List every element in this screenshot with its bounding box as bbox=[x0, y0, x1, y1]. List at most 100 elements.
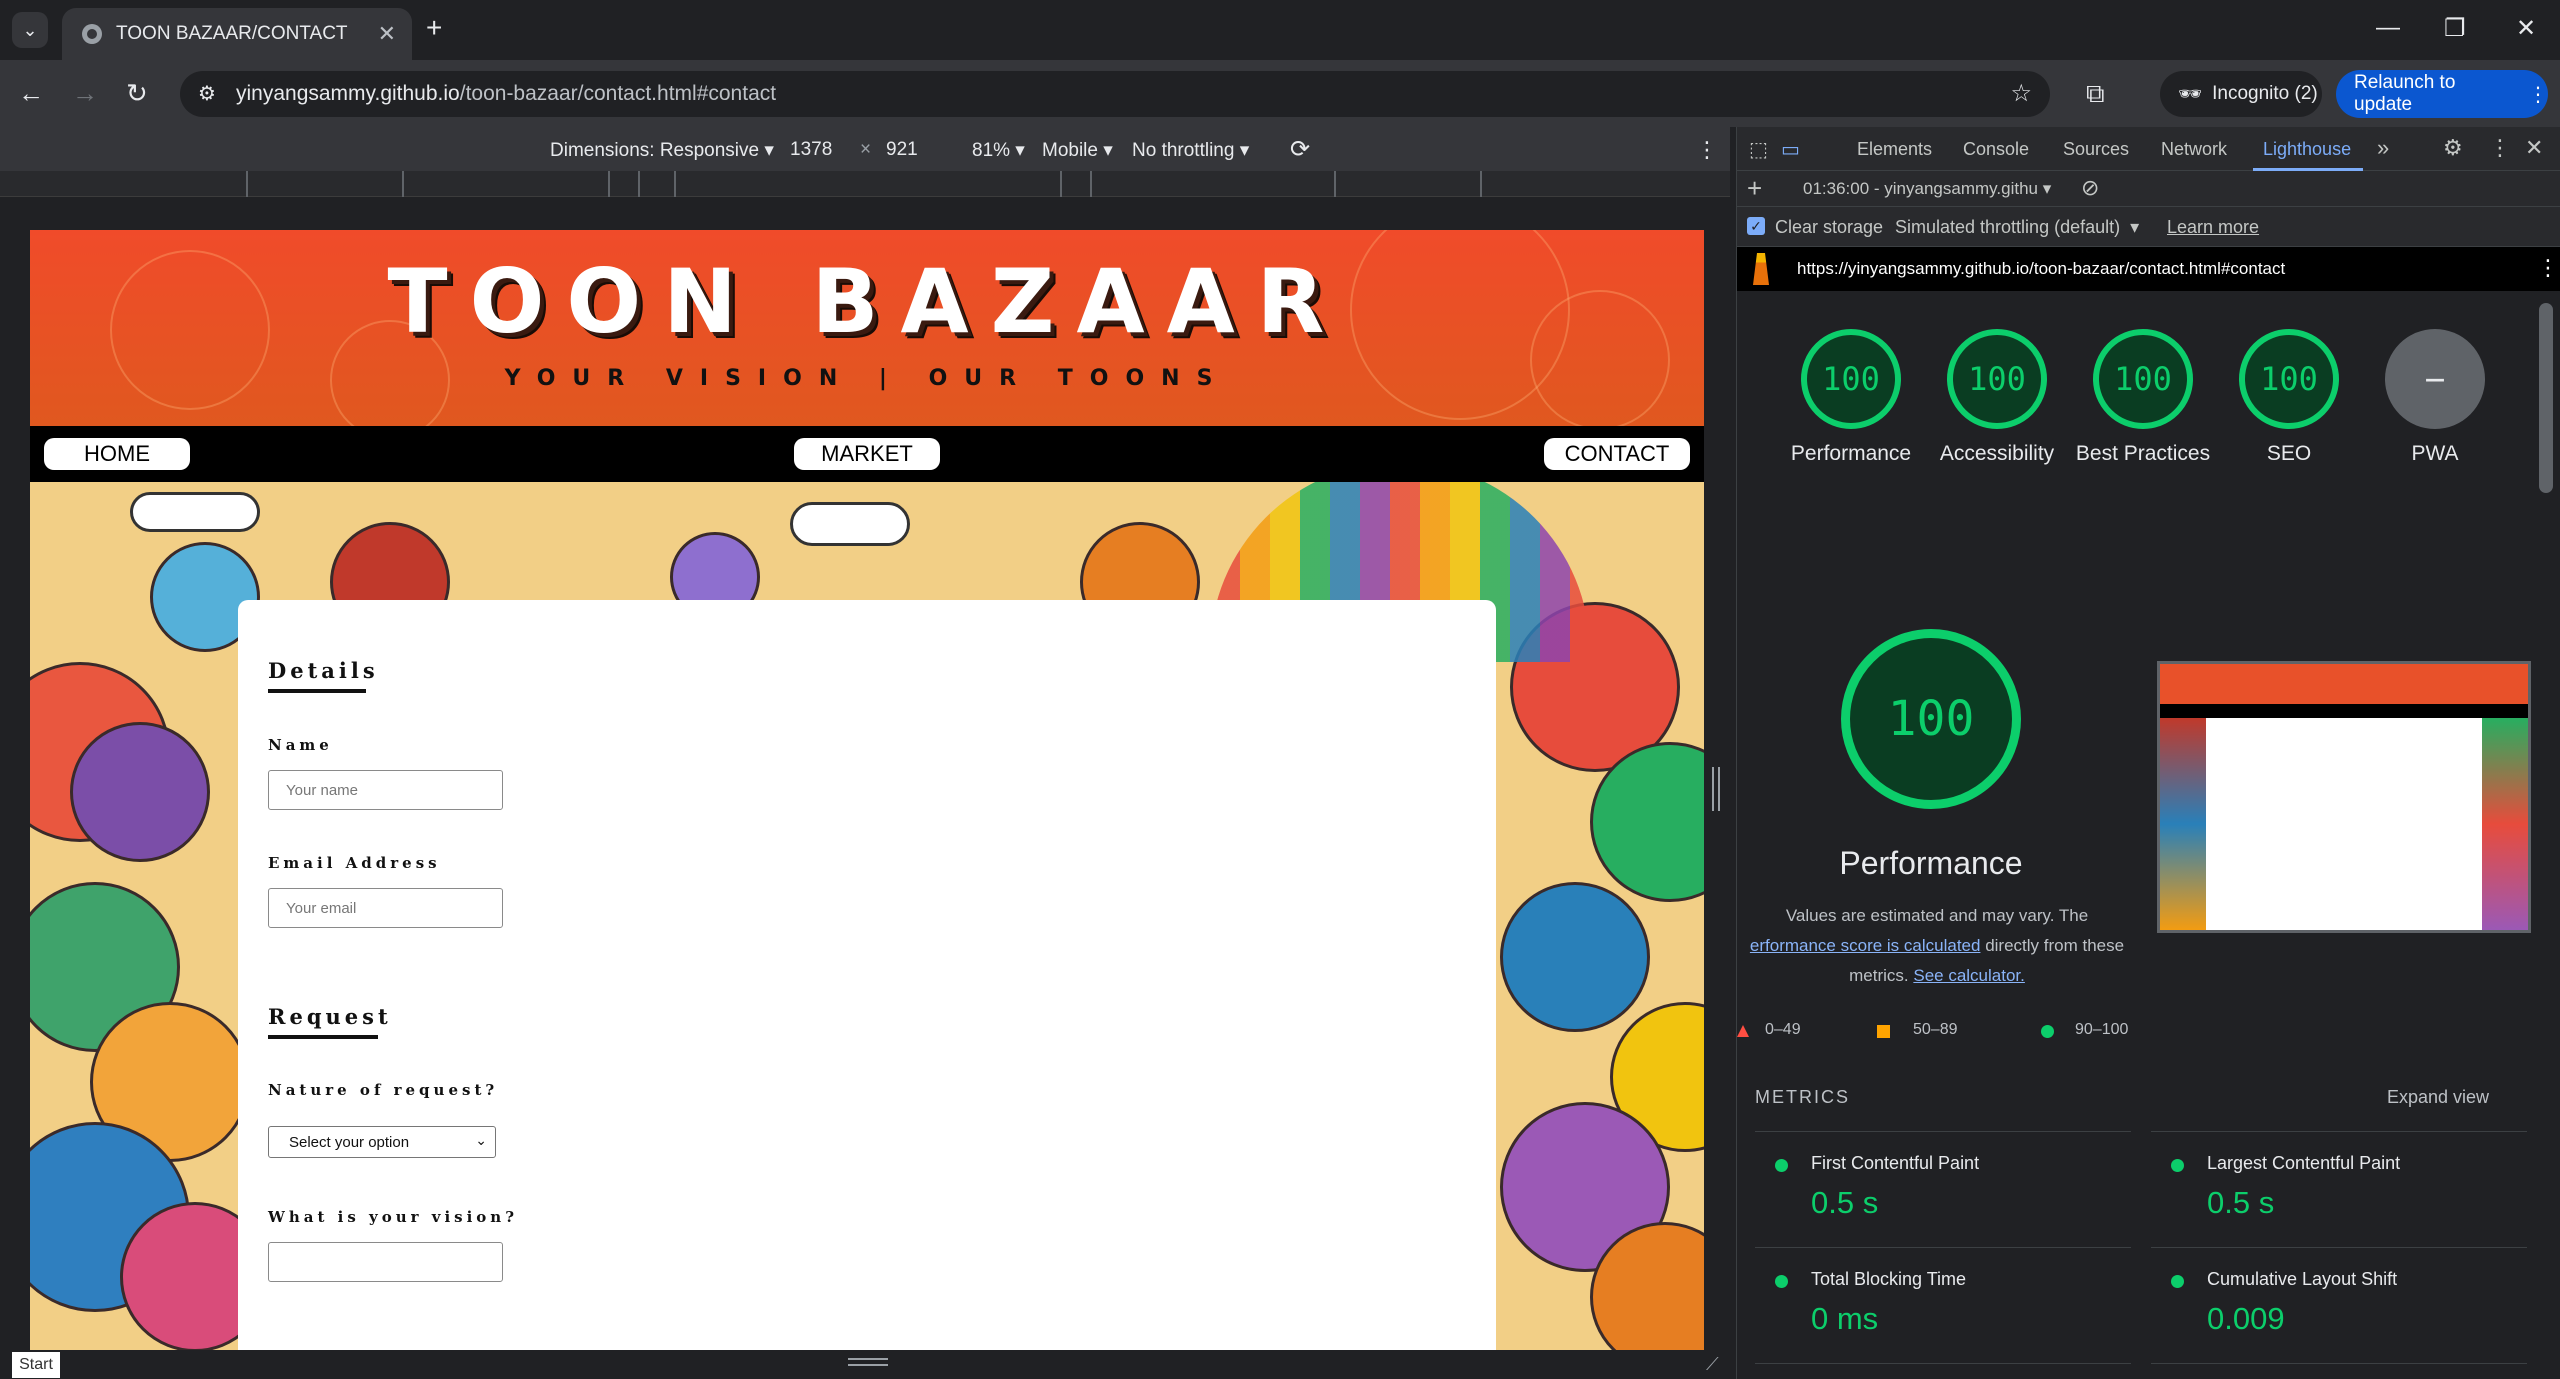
globe-icon bbox=[82, 24, 102, 44]
best-practices-gauge[interactable]: 100 bbox=[2093, 329, 2193, 429]
average-square-icon bbox=[1877, 1025, 1890, 1038]
performance-note: Values are estimated and may vary. The e… bbox=[1749, 906, 2125, 985]
close-tab-icon[interactable]: ✕ bbox=[378, 21, 396, 47]
legend-average: 50–89 bbox=[1913, 1021, 1958, 1038]
forward-icon[interactable]: → bbox=[72, 78, 98, 109]
expand-view-link[interactable]: Expand view bbox=[2387, 1087, 2489, 1108]
width-input[interactable]: 1378 bbox=[790, 139, 832, 161]
tab-elements[interactable]: Elements bbox=[1857, 139, 1932, 160]
score-calculated-link[interactable]: erformance score is calculated bbox=[1750, 936, 1981, 955]
bookmark-star-icon[interactable]: ☆ bbox=[2010, 79, 2032, 108]
tab-console[interactable]: Console bbox=[1963, 139, 2029, 160]
learn-more-link[interactable]: Learn more bbox=[2167, 217, 2259, 238]
pwa-label: PWA bbox=[2411, 442, 2459, 465]
tbt-label: Total Blocking Time bbox=[1811, 1269, 1967, 1289]
devtools-menu-icon[interactable]: ⋮ bbox=[2489, 135, 2511, 161]
name-label: Name bbox=[268, 736, 333, 754]
report-url[interactable]: https://yinyangsammy.github.io/toon-baza… bbox=[1797, 259, 2285, 279]
vision-input[interactable] bbox=[268, 1242, 503, 1282]
performance-big-gauge: 100 bbox=[1841, 629, 2021, 809]
request-heading: Request bbox=[268, 1004, 392, 1029]
tab-sources[interactable]: Sources bbox=[2063, 139, 2129, 160]
accessibility-gauge[interactable]: 100 bbox=[1947, 329, 2047, 429]
new-report-icon[interactable]: + bbox=[1747, 173, 1762, 204]
incognito-icon: 🕶 bbox=[2178, 84, 2203, 105]
see-calculator-link[interactable]: See calculator. bbox=[1913, 966, 2025, 985]
tab-lighthouse[interactable]: Lighthouse bbox=[2263, 139, 2351, 160]
times-sign: × bbox=[860, 139, 872, 160]
bottom-resize-handle[interactable] bbox=[848, 1358, 888, 1366]
reload-icon[interactable]: ↻ bbox=[126, 78, 148, 109]
device-type-select[interactable]: Mobile ▾ bbox=[1042, 139, 1113, 162]
minimize-button[interactable]: — bbox=[2376, 14, 2400, 42]
relaunch-button[interactable]: Relaunch to update ⋮ bbox=[2336, 70, 2548, 118]
fcp-value: 0.5 s bbox=[1811, 1185, 1879, 1220]
inspect-element-icon[interactable]: ⬚ bbox=[1749, 137, 1768, 162]
nav-contact-button[interactable]: CONTACT bbox=[1544, 438, 1690, 470]
settings-gear-icon[interactable]: ⚙ bbox=[2443, 135, 2463, 161]
dimensions-select[interactable]: Dimensions: Responsive ▾ bbox=[550, 139, 774, 162]
lighthouse-report-bar: + 01:36:00 - yinyangsammy.githu ▾ ⊘ bbox=[1737, 171, 2560, 207]
nature-select[interactable]: Select your option ⌄ bbox=[268, 1126, 496, 1158]
cloud bbox=[130, 492, 260, 532]
performance-big-label: Performance bbox=[1839, 845, 2023, 881]
report-scrollbar[interactable] bbox=[2539, 303, 2553, 493]
contact-form-card: Details Name Your name Email Address You… bbox=[238, 600, 1496, 1350]
new-tab-button[interactable]: + bbox=[426, 12, 442, 44]
metrics-heading: METRICS bbox=[1755, 1087, 1850, 1107]
window-close-button[interactable]: ✕ bbox=[2516, 14, 2536, 43]
throttling-select[interactable]: No throttling ▾ bbox=[1132, 139, 1249, 162]
email-input[interactable]: Your email bbox=[268, 888, 503, 928]
devtools-panel: ⬚ ▭ Elements Console Sources Network Lig… bbox=[1736, 127, 2560, 1379]
site-info-icon[interactable]: ⚙ bbox=[198, 81, 216, 106]
tab-title: TOON BAZAAR/CONTACT bbox=[116, 23, 348, 44]
site-tagline: YOUR VISION | OUR TOONS bbox=[504, 366, 1230, 391]
devtools-close-icon[interactable]: ✕ bbox=[2525, 135, 2543, 161]
browser-tab[interactable]: TOON BAZAAR/CONTACT ✕ bbox=[62, 8, 412, 60]
incognito-indicator[interactable]: 🕶 Incognito (2) bbox=[2160, 71, 2322, 117]
device-toolbar: Dimensions: Responsive ▾ 1378 × 921 81% … bbox=[0, 127, 1730, 171]
tab-search-button[interactable]: ⌄ bbox=[12, 12, 48, 48]
pwa-badge-icon[interactable]: — bbox=[2385, 329, 2485, 429]
corner-resize-handle[interactable]: ⟋ bbox=[1706, 1354, 1719, 1375]
page-screenshot-thumbnail[interactable] bbox=[2157, 661, 2531, 933]
height-input[interactable]: 921 bbox=[886, 139, 918, 161]
chevron-down-icon: ⌄ bbox=[475, 1132, 487, 1148]
report-url-bar: https://yinyangsammy.github.io/toon-baza… bbox=[1737, 247, 2560, 291]
nav-home-button[interactable]: HOME bbox=[44, 438, 190, 470]
address-bar[interactable]: ⚙ yinyangsammy.github.io/toon-bazaar/con… bbox=[180, 71, 2050, 117]
cls-value: 0.009 bbox=[2207, 1301, 2285, 1336]
vision-label: What is your vision? bbox=[268, 1208, 518, 1226]
throttling-mode-select[interactable]: Simulated throttling (default) ▾ bbox=[1895, 217, 2139, 238]
seo-gauge[interactable]: 100 bbox=[2239, 329, 2339, 429]
performance-label: Performance bbox=[1790, 442, 1912, 465]
name-input[interactable]: Your name bbox=[268, 770, 503, 810]
more-tabs-icon[interactable]: » bbox=[2377, 135, 2389, 161]
viewport-resize-handle[interactable] bbox=[1712, 767, 1720, 811]
extensions-icon[interactable]: ⧉ bbox=[2086, 78, 2105, 110]
lcp-label: Largest Contentful Paint bbox=[2207, 1153, 2401, 1173]
cloud bbox=[790, 502, 910, 546]
more-menu-icon[interactable]: ⋮ bbox=[2528, 82, 2548, 107]
nav-market-button[interactable]: MARKET bbox=[794, 438, 940, 470]
site-nav: HOME MARKET CONTACT bbox=[30, 426, 1704, 482]
tab-network[interactable]: Network bbox=[2161, 139, 2227, 160]
back-icon[interactable]: ← bbox=[18, 78, 44, 109]
clear-storage-label: Clear storage bbox=[1775, 217, 1884, 237]
lighthouse-options-bar: ✓ Clear storage Simulated throttling (de… bbox=[1737, 207, 2560, 247]
legend-pass: 90–100 bbox=[2075, 1021, 2129, 1038]
performance-gauge[interactable]: 100 bbox=[1801, 329, 1901, 429]
lighthouse-logo-icon bbox=[1753, 253, 1769, 285]
rotate-icon[interactable]: ⟳ bbox=[1290, 135, 1310, 164]
clear-storage-checkbox[interactable]: ✓ bbox=[1747, 217, 1765, 235]
device-more-icon[interactable]: ⋮ bbox=[1696, 137, 1718, 163]
report-menu-icon[interactable]: ⋮ bbox=[2537, 255, 2559, 281]
fcp-label: First Contentful Paint bbox=[1811, 1153, 1980, 1173]
relaunch-label: Relaunch to update bbox=[2354, 72, 2456, 115]
zoom-select[interactable]: 81% ▾ bbox=[972, 139, 1025, 162]
restore-button[interactable]: ❐ bbox=[2444, 14, 2466, 43]
clear-reports-icon[interactable]: ⊘ bbox=[2081, 175, 2099, 201]
accessibility-label: Accessibility bbox=[1939, 442, 2055, 465]
device-toggle-icon[interactable]: ▭ bbox=[1781, 137, 1800, 162]
report-select[interactable]: 01:36:00 - yinyangsammy.githu ▾ bbox=[1803, 179, 2051, 199]
